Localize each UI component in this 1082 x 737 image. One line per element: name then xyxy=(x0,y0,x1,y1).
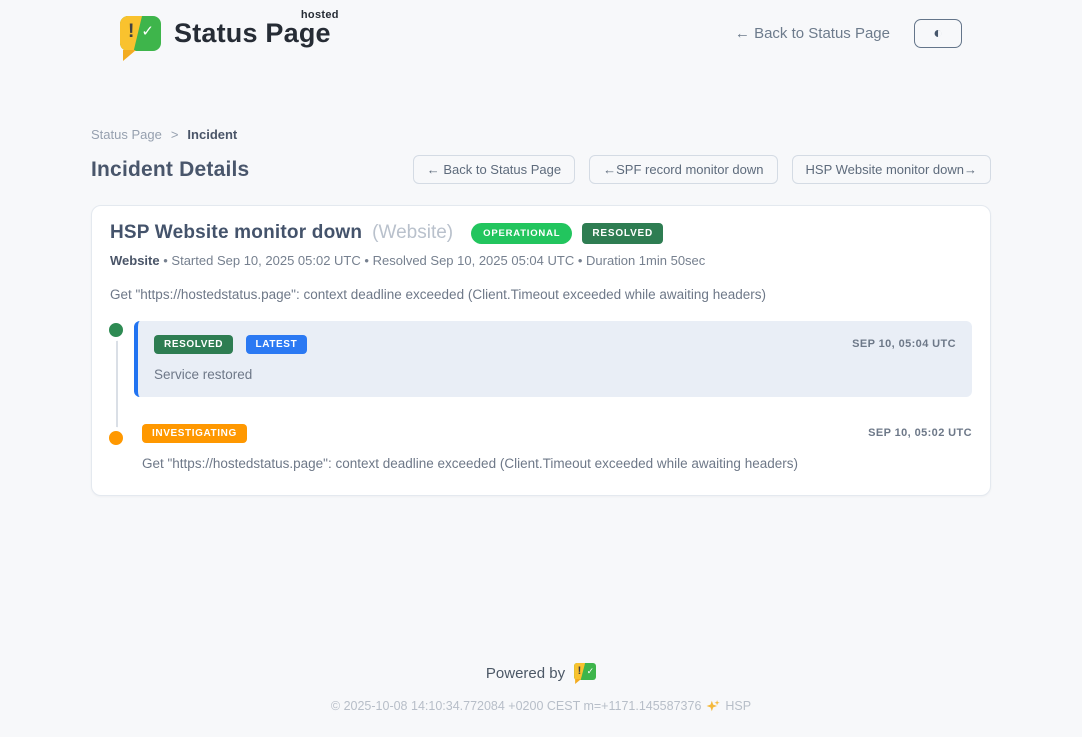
incident-timeline: RESOLVED LATEST SEP 10, 05:04 UTC Servic… xyxy=(110,321,972,471)
status-page-logo-icon: ! ✓ xyxy=(120,16,161,51)
timeline-entry-investigating: INVESTIGATING SEP 10, 05:02 UTC Get "htt… xyxy=(134,421,972,471)
investigating-badge: INVESTIGATING xyxy=(142,424,247,443)
powered-by: Powered by ! ✓ xyxy=(0,663,1082,684)
timeline-entry-resolved: RESOLVED LATEST SEP 10, 05:04 UTC Servic… xyxy=(134,321,972,397)
incident-description: Get "https://hostedstatus.page": context… xyxy=(110,287,972,302)
breadcrumb-status-page[interactable]: Status Page xyxy=(91,127,162,142)
copyright-brand: HSP xyxy=(725,699,751,713)
brand-name: Status Page xyxy=(174,18,331,48)
update-timestamp: SEP 10, 05:02 UTC xyxy=(868,427,972,439)
exclamation-icon: ! xyxy=(128,21,134,43)
meta-bullet: • xyxy=(578,253,583,268)
title-row: Incident Details ← Back to Status Page ←… xyxy=(91,155,991,184)
exclamation-icon: ! xyxy=(578,665,582,677)
footer-logo-bubble-tail xyxy=(575,679,581,684)
header-actions: ← Back to Status Page ◐ xyxy=(735,19,962,48)
site-header: ! ✓ Status Page hosted ← Back to Status … xyxy=(0,0,1082,51)
meta-component: Website xyxy=(110,253,160,268)
timeline-update-initial: INVESTIGATING SEP 10, 05:02 UTC Get "htt… xyxy=(134,421,972,471)
brand-logo[interactable]: ! ✓ Status Page hosted xyxy=(120,16,337,51)
incident-meta: Website • Started Sep 10, 2025 05:02 UTC… xyxy=(110,253,972,268)
update-timestamp: SEP 10, 05:04 UTC xyxy=(852,338,956,350)
prev-incident-button[interactable]: ←SPF record monitor down xyxy=(589,155,777,184)
update-message: Service restored xyxy=(154,367,956,382)
operational-status-badge: OPERATIONAL xyxy=(471,223,572,244)
incident-card: HSP Website monitor down (Website) OPERA… xyxy=(91,205,991,496)
brand-wordmark: Status Page hosted xyxy=(174,18,337,49)
copyright-line: © 2025-10-08 14:10:34.772084 +0200 CEST … xyxy=(0,699,1082,713)
footer-logo-bubble: ! ✓ xyxy=(574,663,596,680)
update-message: Get "https://hostedstatus.page": context… xyxy=(142,456,972,471)
latest-badge: LATEST xyxy=(246,335,308,354)
meta-started: Started Sep 10, 2025 05:02 UTC xyxy=(171,253,360,268)
meta-duration: Duration 1min 50sec xyxy=(586,253,705,268)
theme-toggle-button[interactable]: ◐ xyxy=(914,19,962,48)
incident-nav-buttons: ← Back to Status Page ←SPF record monito… xyxy=(413,155,991,184)
main-content: Status Page > Incident Incident Details … xyxy=(91,127,991,496)
page-title: Incident Details xyxy=(91,158,249,182)
resolved-badge: RESOLVED xyxy=(154,335,233,354)
timeline-connector-line xyxy=(116,333,118,429)
header-back-link[interactable]: ← Back to Status Page xyxy=(735,25,890,42)
contrast-icon: ◐ xyxy=(933,25,943,43)
meta-bullet: • xyxy=(163,253,168,268)
resolved-state-badge: RESOLVED xyxy=(582,223,663,244)
meta-bullet: • xyxy=(364,253,369,268)
back-to-status-page-button[interactable]: ← Back to Status Page xyxy=(413,155,575,184)
meta-resolved: Resolved Sep 10, 2025 05:04 UTC xyxy=(373,253,575,268)
logo-bubble-tail xyxy=(123,50,136,61)
next-incident-button[interactable]: HSP Website monitor down→ xyxy=(792,155,991,184)
sparkles-icon xyxy=(706,699,720,713)
incident-title: HSP Website monitor down xyxy=(110,222,362,244)
incident-title-row: HSP Website monitor down (Website) OPERA… xyxy=(110,222,972,244)
timeline-dot-green xyxy=(105,319,127,341)
incident-component: (Website) xyxy=(372,222,453,244)
site-footer: Powered by ! ✓ © 2025-10-08 14:10:34.772… xyxy=(0,663,1082,737)
checkmark-icon: ✓ xyxy=(141,22,154,40)
powered-by-label: Powered by xyxy=(486,665,565,682)
breadcrumb-incident: Incident xyxy=(187,127,237,142)
checkmark-icon: ✓ xyxy=(587,666,595,677)
copyright-text: © 2025-10-08 14:10:34.772084 +0200 CEST … xyxy=(331,699,702,713)
logo-speech-bubble: ! ✓ xyxy=(120,16,161,51)
hosted-superscript: hosted xyxy=(301,9,339,21)
breadcrumb-separator: > xyxy=(171,127,179,142)
timeline-update-latest: RESOLVED LATEST SEP 10, 05:04 UTC Servic… xyxy=(134,321,972,397)
timeline-dot-orange xyxy=(105,427,127,449)
breadcrumb: Status Page > Incident xyxy=(91,127,991,142)
footer-logo-icon[interactable]: ! ✓ xyxy=(574,663,596,684)
